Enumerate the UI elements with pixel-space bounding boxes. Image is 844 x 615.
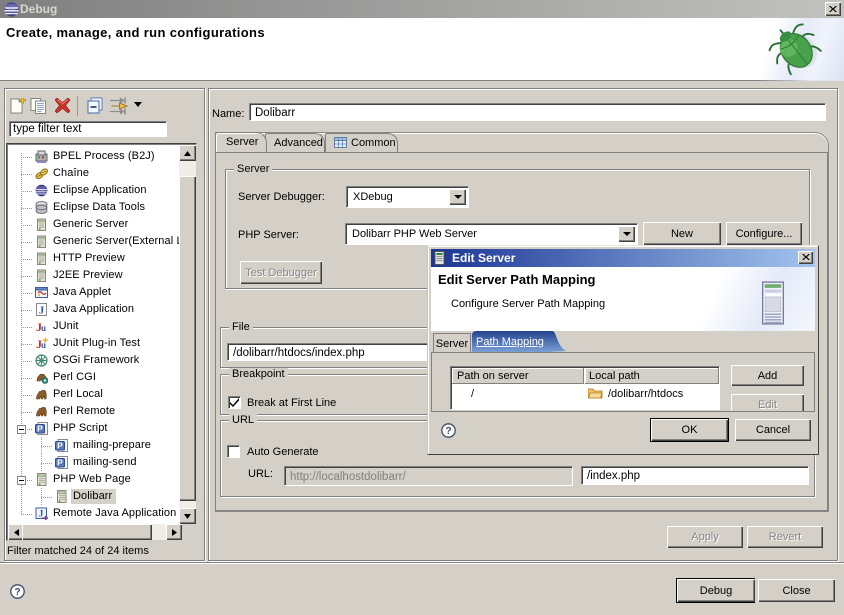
svg-text:u: u — [41, 323, 46, 333]
svg-text:P: P — [57, 441, 63, 451]
svg-text:J: J — [39, 509, 44, 519]
svg-text:?: ? — [445, 426, 451, 437]
svg-text:P: P — [57, 458, 63, 468]
svg-text:?: ? — [14, 587, 20, 598]
svg-text:J: J — [39, 305, 45, 317]
svg-text:P: P — [37, 424, 43, 434]
